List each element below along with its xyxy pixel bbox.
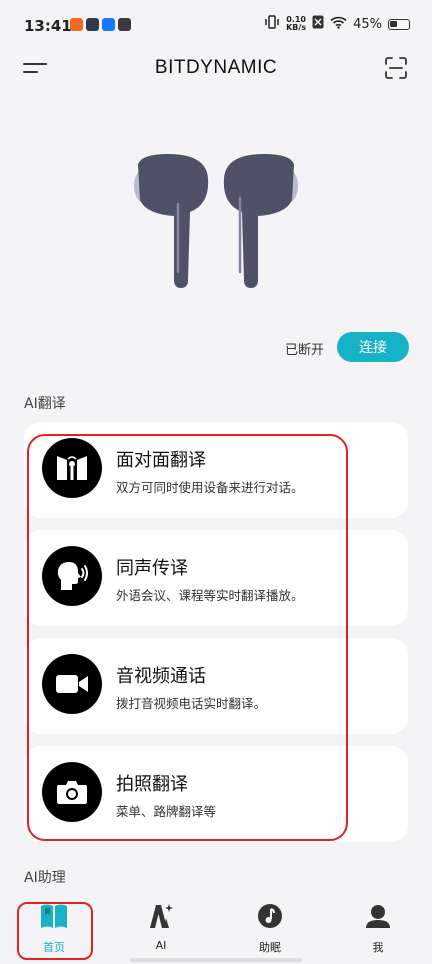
app-title: BITDYNAMIC — [154, 57, 278, 78]
notification-alipay-icon — [102, 18, 115, 31]
app-header: BITDYNAMIC — [0, 48, 432, 90]
scan-icon[interactable] — [384, 56, 408, 80]
notification-mail-icon — [118, 18, 131, 31]
net-speed-unit: KB/s — [286, 23, 307, 32]
connect-button[interactable]: 连接 — [337, 332, 409, 362]
nav-label: 我 — [372, 941, 384, 954]
music-note-icon — [257, 903, 283, 933]
ai-sparkle-icon — [147, 903, 175, 933]
nav-label: 助眠 — [259, 941, 281, 954]
section-title-ai-assistant: AI助理 — [24, 870, 66, 886]
notification-app-icon — [86, 18, 99, 31]
connection-status: 已断开 — [284, 343, 324, 358]
person-icon — [365, 903, 391, 933]
wifi-icon — [330, 16, 347, 33]
section-title-ai-translate: AI翻译 — [24, 396, 66, 412]
earbuds-image — [128, 152, 304, 290]
annotation-highlight-box — [27, 434, 348, 841]
net-speed: 0.10 KB/s — [286, 16, 306, 32]
nav-item-me[interactable]: 我 — [348, 903, 408, 955]
nav-label: AI — [155, 939, 167, 952]
home-indicator[interactable] — [130, 958, 302, 962]
vibrate-icon — [264, 15, 280, 33]
sim-off-icon — [312, 15, 324, 33]
battery-percent: 45% — [353, 16, 382, 32]
nav-item-ai[interactable]: AI — [131, 903, 191, 952]
status-time: 13:41 — [24, 17, 72, 35]
annotation-highlight-home — [17, 902, 93, 960]
notification-app-icon — [70, 18, 83, 31]
battery-icon — [388, 18, 410, 30]
status-bar: 13:41 0.10 KB/s 45% — [0, 0, 432, 48]
nav-item-sleep[interactable]: 助眠 — [240, 903, 300, 955]
